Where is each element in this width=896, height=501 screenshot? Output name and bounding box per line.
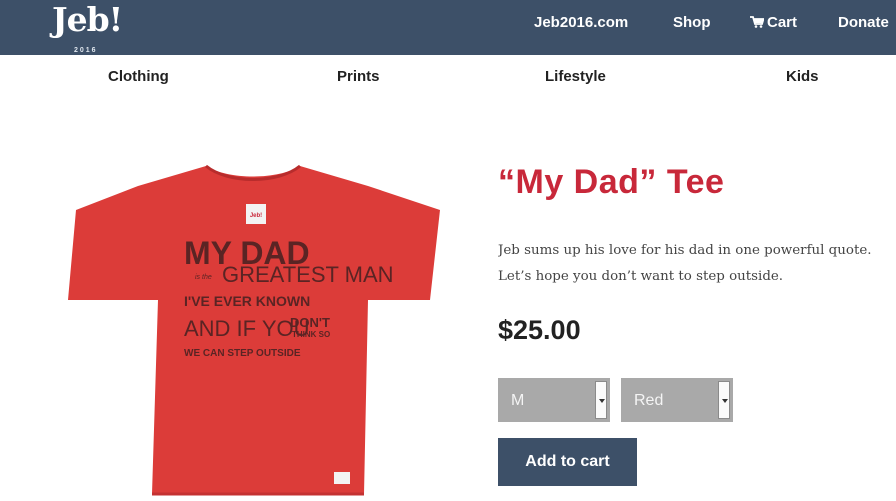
top-header: Jeb! 2016 Jeb2016.com Shop Cart Donate: [0, 0, 896, 55]
product-price: $25.00: [498, 315, 581, 345]
size-select-arrow-icon[interactable]: [595, 381, 607, 419]
category-kids[interactable]: Kids: [786, 68, 819, 86]
color-select[interactable]: Red: [621, 378, 733, 422]
print-line-5: WE CAN STEP OUTSIDE: [184, 348, 301, 359]
print-line-4c: THINK SO: [292, 330, 330, 339]
category-prints[interactable]: Prints: [337, 68, 380, 86]
product-description: Jeb sums up his love for his dad in one …: [498, 238, 896, 290]
cart-icon: [750, 16, 764, 28]
description-line-1: Jeb sums up his love for his dad in one …: [498, 243, 872, 258]
print-line-2: GREATEST MAN: [222, 262, 394, 287]
size-select[interactable]: M: [498, 378, 610, 422]
nav-site-link[interactable]: Jeb2016.com: [534, 14, 628, 32]
nav-cart-link[interactable]: Cart: [750, 14, 797, 32]
logo-year: 2016: [74, 47, 98, 54]
color-select-value: Red: [634, 392, 664, 409]
product-title: “My Dad” Tee: [498, 163, 725, 201]
add-to-cart-button[interactable]: Add to cart: [498, 438, 637, 486]
print-line-4b: DON'T: [290, 315, 330, 330]
bottom-label: [334, 472, 350, 484]
size-select-value: M: [511, 392, 525, 409]
tshirt-illustration: Jeb! MY DAD is the GREATEST MAN I'VE EVE…: [68, 164, 440, 496]
nav-shop-link[interactable]: Shop: [673, 14, 711, 32]
print-line-3: I'VE EVER KNOWN: [184, 293, 310, 309]
category-clothing[interactable]: Clothing: [108, 68, 169, 86]
category-lifestyle[interactable]: Lifestyle: [545, 68, 606, 86]
nav-cart-label: Cart: [767, 14, 798, 31]
print-small-word: is the: [195, 274, 212, 281]
hang-tag-text: Jeb!: [250, 213, 262, 219]
nav-donate-link[interactable]: Donate: [838, 14, 889, 32]
description-line-2: Let’s hope you don’t want to step outsid…: [498, 269, 784, 284]
product-image: Jeb! MY DAD is the GREATEST MAN I'VE EVE…: [68, 160, 444, 496]
jeb-logo[interactable]: Jeb! 2016: [52, 2, 123, 55]
color-select-arrow-icon[interactable]: [718, 381, 730, 419]
